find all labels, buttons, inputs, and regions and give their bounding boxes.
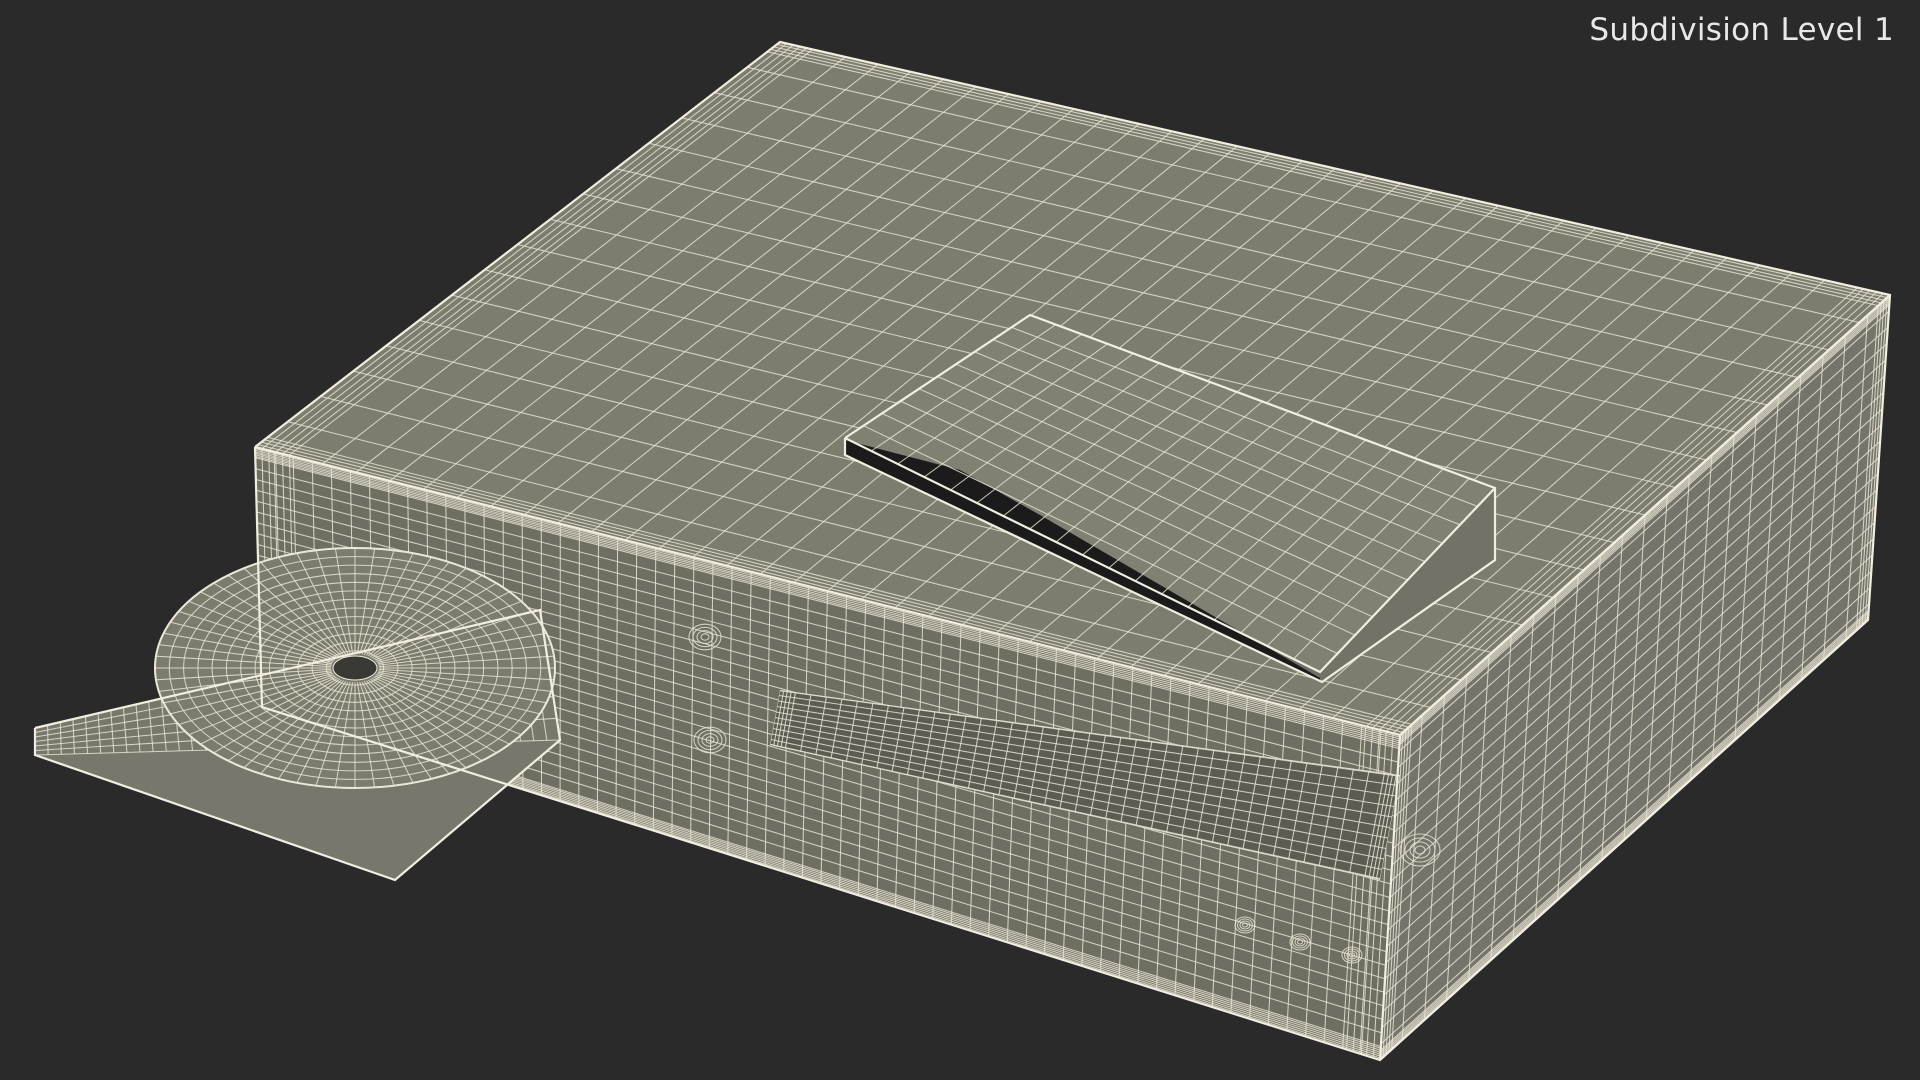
- wireframe-viewport: [33, 40, 1892, 1062]
- disc: [154, 547, 556, 789]
- subdivision-level-label: Subdivision Level 1: [1589, 12, 1894, 48]
